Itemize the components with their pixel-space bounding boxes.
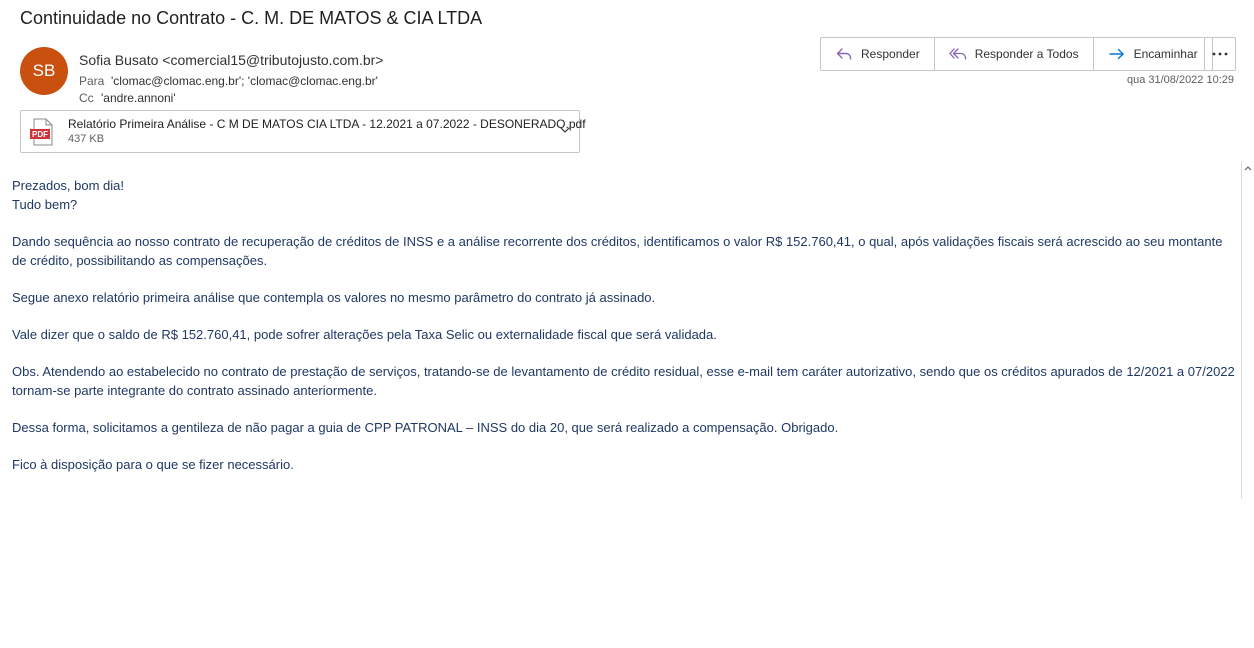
reply-label: Responder [861, 47, 920, 61]
to-recipients[interactable]: 'clomac@clomac.eng.br'; 'clomac@clomac.e… [111, 74, 378, 88]
vertical-scrollbar[interactable] [1241, 161, 1254, 499]
action-toolbar: Responder Responder a Todos Encaminhar [820, 37, 1213, 71]
body-paragraph: Dando sequência ao nosso contrato de rec… [12, 234, 1223, 268]
greeting-line: Prezados, bom dia! [12, 178, 125, 193]
pdf-icon-label: PDF [32, 130, 48, 139]
cc-recipients[interactable]: 'andre.annoni' [101, 91, 176, 105]
forward-label: Encaminhar [1133, 47, 1198, 61]
sender[interactable]: Sofia Busato <comercial15@tributojusto.c… [79, 52, 383, 68]
chevron-down-icon[interactable] [559, 124, 571, 136]
reply-all-icon [949, 48, 966, 60]
pdf-icon: PDF [30, 118, 53, 146]
received-date: qua 31/08/2022 10:29 [1126, 74, 1234, 86]
forward-button[interactable]: Encaminhar [1094, 38, 1212, 70]
attachment-size: 437 KB [68, 133, 105, 145]
email-subject: Continuidade no Contrato - C. M. DE MATO… [20, 8, 483, 28]
cc-label: Cc [79, 91, 94, 105]
to-line: Para 'clomac@clomac.eng.br'; 'clomac@clom… [79, 74, 378, 88]
body-paragraph: Vale dizer que o saldo de R$ 152.760,41,… [12, 327, 717, 342]
avatar[interactable]: SB [20, 47, 68, 95]
scroll-up-icon[interactable] [1243, 163, 1253, 175]
to-label: Para [79, 74, 105, 88]
cc-line: Cc 'andre.annoni' [79, 91, 176, 105]
more-icon [1212, 52, 1228, 56]
reply-button[interactable]: Responder [821, 38, 935, 70]
body-paragraph: Obs. Atendendo ao estabelecido no contra… [12, 364, 1235, 398]
body-paragraph: Dessa forma, solicitamos a gentileza de … [12, 420, 839, 435]
reply-all-button[interactable]: Responder a Todos [935, 38, 1094, 70]
greeting-line-2: Tudo bem? [12, 197, 78, 212]
attachment-card[interactable]: PDF Relatório Primeira Análise - C M DE … [20, 110, 586, 153]
more-options-button[interactable] [1204, 37, 1236, 71]
forward-icon [1108, 48, 1124, 60]
attachment-name[interactable]: Relatório Primeira Análise - C M DE MATO… [68, 117, 586, 131]
body-paragraph: Segue anexo relatório primeira análise q… [12, 290, 656, 305]
email-body: Prezados, bom dia! Tudo bem? Dando sequê… [12, 176, 1237, 492]
reply-all-label: Responder a Todos [974, 47, 1079, 61]
reply-icon [836, 48, 852, 60]
body-paragraph: Fico à disposição para o que se fizer ne… [12, 457, 294, 472]
